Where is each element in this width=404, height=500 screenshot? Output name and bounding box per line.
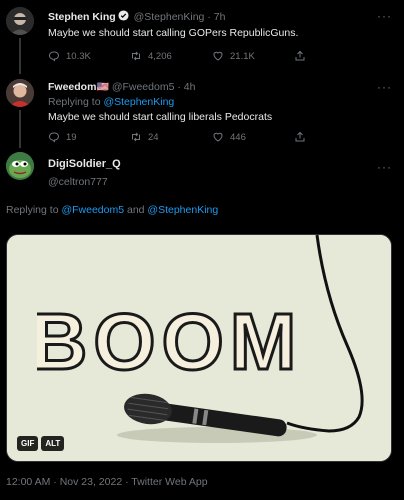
replying-to: Replying to @Fweedom5 and @StephenKing — [6, 204, 218, 216]
display-name[interactable]: Fweedom — [48, 81, 96, 93]
like-count: 21.1K — [230, 50, 255, 62]
avatar-stephen-king[interactable] — [6, 7, 34, 35]
like-button[interactable]: 446 — [212, 131, 294, 143]
avatar-fweedom[interactable] — [6, 79, 34, 107]
thread-line — [19, 38, 21, 74]
replying-prefix: Replying to — [6, 204, 62, 216]
heart-icon — [213, 51, 223, 61]
tweet-actions: 10.3K 4,206 21.1K — [48, 50, 376, 62]
boom-word: BOOM — [37, 303, 295, 379]
tweet-timestamp-footer[interactable]: 12:00 AM · Nov 23, 2022 · Twitter Web Ap… — [6, 476, 208, 488]
boom-text: BOOM — [28, 296, 298, 388]
tweet-text: Maybe we should start calling GOPers Rep… — [48, 27, 299, 39]
display-name[interactable]: DigiSoldier_Q — [48, 158, 121, 170]
replying-and: and — [124, 204, 148, 216]
replying-prefix: Replying to — [48, 96, 104, 108]
gif-badge: GIF — [17, 436, 39, 451]
handle[interactable]: @StephenKing — [134, 11, 205, 23]
more-options-icon[interactable]: ··· — [377, 9, 392, 23]
retweet-count: 24 — [148, 131, 159, 143]
retweet-icon — [132, 51, 140, 61]
share-icon — [295, 50, 305, 61]
tweet-header: Fweedom🇺🇸 @Fweedom5 · 4h — [48, 81, 195, 93]
handle[interactable]: @Fweedom5 — [112, 81, 175, 93]
flag-icon: 🇺🇸 — [96, 82, 109, 93]
reply-icon — [48, 132, 60, 143]
tweet-header: Stephen King @StephenKing · 7h — [48, 10, 225, 24]
reply-icon — [48, 51, 60, 62]
mention-link[interactable]: @StephenKing — [103, 96, 174, 108]
verified-badge-icon — [118, 10, 129, 24]
heart-icon — [213, 132, 223, 142]
share-button[interactable] — [294, 50, 376, 62]
handle[interactable]: @celtron777 — [48, 176, 108, 188]
replying-to: Replying to @StephenKing — [48, 96, 174, 108]
retweet-button[interactable]: 4,206 — [130, 50, 212, 62]
like-count: 446 — [230, 131, 246, 143]
share-icon — [295, 131, 305, 142]
reply-count: 10.3K — [66, 50, 91, 62]
like-button[interactable]: 21.1K — [212, 50, 294, 62]
alt-badge[interactable]: ALT — [41, 436, 65, 451]
thread-line — [19, 110, 21, 148]
reply-button[interactable]: 10.3K — [48, 50, 130, 62]
tweet-text: Maybe we should start calling liberals P… — [48, 111, 273, 123]
tweet-actions: 19 24 446 — [48, 131, 376, 143]
more-options-icon[interactable]: ··· — [377, 160, 392, 174]
gif-media[interactable]: BOOM GIF ALT — [6, 234, 392, 462]
retweet-button[interactable]: 24 — [130, 131, 212, 143]
display-name[interactable]: Stephen King — [48, 11, 116, 23]
separator-dot: · — [177, 81, 181, 93]
retweet-count: 4,206 — [148, 50, 172, 62]
reply-count: 19 — [66, 131, 77, 143]
more-options-icon[interactable]: ··· — [377, 80, 392, 94]
avatar-digisoldier[interactable] — [6, 152, 34, 180]
separator-dot: · — [207, 11, 211, 23]
timestamp[interactable]: 4h — [184, 81, 196, 93]
mention-link[interactable]: @Fweedom5 — [61, 204, 124, 216]
retweet-icon — [132, 132, 140, 142]
reply-button[interactable]: 19 — [48, 131, 130, 143]
timestamp[interactable]: 7h — [214, 11, 226, 23]
share-button[interactable] — [294, 131, 376, 143]
media-badges: GIF ALT — [17, 436, 65, 451]
mention-link[interactable]: @StephenKing — [147, 204, 218, 216]
